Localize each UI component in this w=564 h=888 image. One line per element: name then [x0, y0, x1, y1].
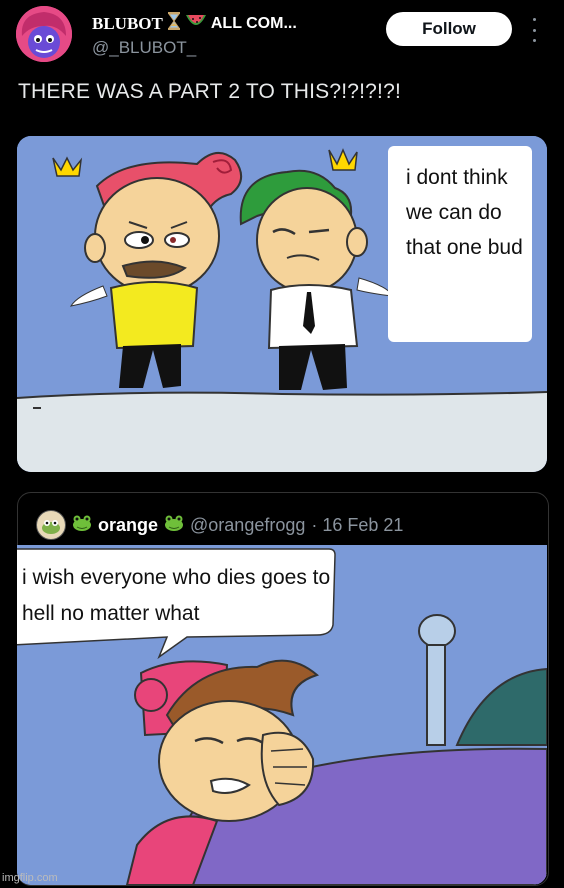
speech-text-bottom: i wish everyone who dies goes to hell no…: [22, 566, 331, 625]
quoted-name[interactable]: orange: [98, 515, 158, 536]
display-name-row[interactable]: BLUBOT ALL COM...: [92, 12, 297, 35]
avatar[interactable]: [16, 6, 72, 62]
tweet-text: THERE WAS A PART 2 TO THIS?!?!?!?!: [18, 80, 402, 103]
follow-button[interactable]: Follow: [386, 12, 512, 46]
quoted-handle[interactable]: @orangefrogg: [190, 515, 305, 536]
watermark: imgflip.com: [2, 872, 58, 884]
more-options-icon[interactable]: [528, 18, 540, 42]
quoted-date[interactable]: · 16 Feb 21: [311, 515, 403, 536]
display-name-suffix[interactable]: ALL COM...: [211, 15, 297, 33]
frog-icon: [72, 514, 92, 537]
avatar-image: [16, 6, 72, 62]
hourglass-icon: [167, 12, 181, 35]
quoted-avatar[interactable]: [36, 510, 66, 540]
user-handle[interactable]: @_BLUBOT_: [92, 38, 196, 58]
watermelon-icon: [185, 13, 207, 34]
quoted-tweet-header[interactable]: orange @orangefrogg · 16 Feb 21: [36, 510, 403, 540]
frog-icon: [164, 514, 184, 537]
display-name[interactable]: BLUBOT: [92, 14, 163, 34]
speech-text-top: i dont think we can do that one bud: [406, 166, 523, 259]
